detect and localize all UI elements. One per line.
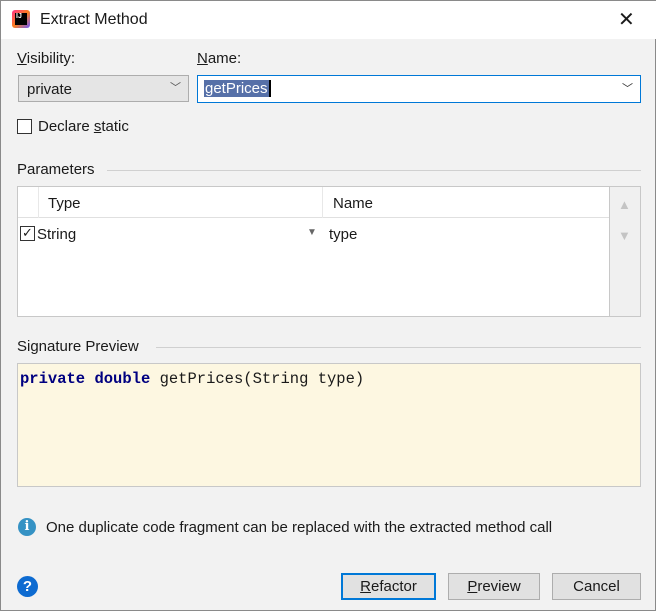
table-row[interactable]: ✓ String ▼ type [18,218,609,249]
cancel-button[interactable]: Cancel [552,573,641,600]
name-input[interactable]: getPrices ﹀ [197,75,641,103]
chevron-down-icon: ﹀ [170,82,181,94]
column-header-type[interactable]: Type [48,195,81,212]
parameters-table: Type Name ✓ String ▼ type [17,186,610,317]
move-up-icon[interactable]: ▲ [618,197,631,212]
info-icon: i [18,518,36,536]
parameter-checkbox[interactable]: ✓ [20,226,35,241]
info-message: One duplicate code fragment can be repla… [46,519,553,536]
intellij-icon: IJ [12,10,30,28]
signature-preview: private double getPrices(String type) [17,363,641,487]
divider [107,170,641,171]
visibility-select[interactable]: private ﹀ [18,75,189,102]
parameters-label: Parameters [17,161,95,178]
parameter-move-panel: ▲ ▼ [610,186,641,317]
declare-static-checkbox[interactable] [17,119,32,134]
visibility-label: Visibility: [17,50,76,67]
refactor-button[interactable]: Refactor [341,573,436,600]
divider [156,347,641,348]
dialog-title: Extract Method [40,11,148,28]
chevron-down-icon[interactable]: ﹀ [622,80,633,96]
dropdown-triangle-icon[interactable]: ▼ [307,227,317,238]
close-icon[interactable]: ✕ [618,7,635,32]
help-icon[interactable]: ? [17,576,38,597]
preview-button[interactable]: Preview [448,573,540,600]
signature-preview-label: Signature Preview [17,338,139,355]
name-value: getPrices [204,80,271,97]
name-label: Name: [197,50,242,67]
declare-static-label: Declare static [38,118,129,135]
table-header: Type Name [18,187,609,218]
title-bar: IJ Extract Method ✕ [1,1,656,39]
move-down-icon[interactable]: ▼ [618,228,631,243]
parameter-type[interactable]: String [37,226,76,243]
visibility-value: private [27,81,73,98]
parameter-name[interactable]: type [329,226,357,243]
column-header-name[interactable]: Name [333,195,373,212]
